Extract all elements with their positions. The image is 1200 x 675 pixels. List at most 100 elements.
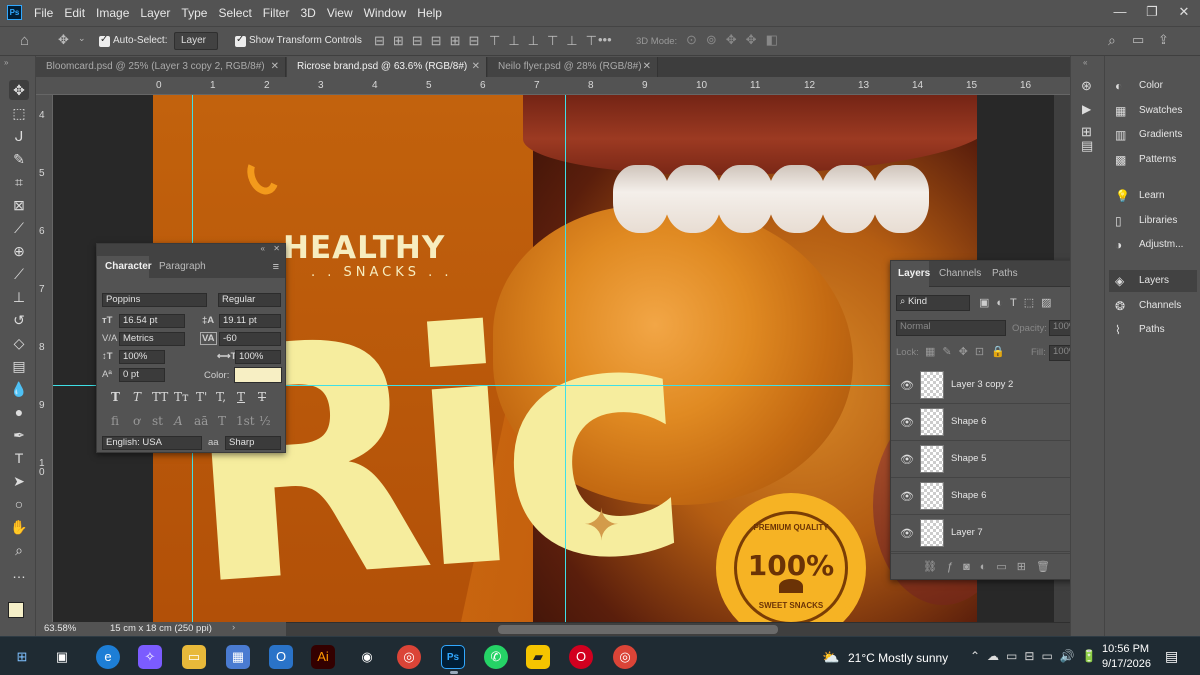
- collapse-toolbar-icon[interactable]: »: [4, 58, 8, 67]
- layer-row[interactable]: 👁 Layer 3 copy 2: [891, 367, 1089, 404]
- visibility-eye-icon[interactable]: 👁: [900, 527, 914, 540]
- layer-row[interactable]: 👁 Shape 6: [891, 404, 1089, 441]
- faux-bold-button[interactable]: T: [111, 390, 120, 404]
- opera-icon[interactable]: O: [569, 645, 593, 669]
- photoshop-taskbar-icon[interactable]: Ps: [441, 645, 465, 674]
- baseline-shift-field[interactable]: 0 pt: [119, 368, 165, 382]
- close-tab-icon[interactable]: ✕: [271, 57, 279, 77]
- swash-button[interactable]: A: [174, 414, 183, 428]
- text-color-swatch[interactable]: [234, 367, 282, 383]
- blend-mode-select[interactable]: Normal: [896, 320, 1006, 336]
- home-icon[interactable]: ⌂: [20, 32, 29, 49]
- guide-vertical[interactable]: [565, 95, 566, 622]
- all-caps-button[interactable]: TT: [152, 390, 168, 404]
- layer-row[interactable]: 👁 Shape 5: [891, 441, 1089, 478]
- fractions-button[interactable]: ½: [259, 414, 271, 428]
- task-view-icon[interactable]: ▣: [50, 645, 74, 669]
- horizontal-scroll-thumb[interactable]: [498, 625, 778, 634]
- actions-play-icon[interactable]: ▶: [1082, 102, 1091, 116]
- lock-icons[interactable]: ▦✎✥⊡🔒: [925, 345, 1012, 358]
- dock-adjustments[interactable]: ◑ Adjustm...: [1109, 234, 1197, 256]
- workspace-icon[interactable]: ▭: [1132, 32, 1144, 48]
- tab-paragraph[interactable]: Paragraph: [159, 261, 206, 272]
- path-select-tool-icon[interactable]: ➤: [9, 471, 29, 491]
- stamp-tool-icon[interactable]: ⊥: [9, 287, 29, 307]
- antialias-select[interactable]: Sharp: [225, 436, 281, 450]
- ellipse-tool-icon[interactable]: ○: [9, 494, 29, 514]
- whatsapp-icon[interactable]: ✆: [484, 645, 508, 669]
- layer-row[interactable]: 👁 Shape 6: [891, 478, 1089, 515]
- layer-name[interactable]: Shape 5: [951, 453, 986, 464]
- tray-icons[interactable]: ⌃☁▭⊟▭🔊🔋: [970, 649, 1104, 663]
- auto-select-dropdown[interactable]: Layer: [174, 32, 218, 50]
- zoom-tool-icon[interactable]: ⌕: [9, 540, 29, 560]
- tab-layers[interactable]: Layers: [898, 268, 930, 279]
- weather-text[interactable]: 21°C Mostly sunny: [848, 651, 948, 665]
- glyphs-panel-icon[interactable]: ▤: [1081, 138, 1093, 154]
- foreground-color-swatch[interactable]: [8, 602, 24, 618]
- frame-tool-icon[interactable]: ⊠: [9, 195, 29, 215]
- align-icons[interactable]: ⊟⊞⊟⊟⊞⊟: [374, 33, 487, 49]
- type-tool-icon[interactable]: T: [9, 448, 29, 468]
- zoom-level[interactable]: 63.58%: [44, 623, 76, 634]
- file-explorer-icon[interactable]: ▭: [182, 645, 206, 669]
- photoshop-logo-icon[interactable]: Ps: [7, 5, 22, 20]
- hand-tool-icon[interactable]: ✋: [9, 517, 29, 537]
- eyedropper-tool-icon[interactable]: ⟋: [9, 218, 29, 238]
- clock-time[interactable]: 10:56 PM: [1102, 643, 1149, 655]
- auto-select-checkbox[interactable]: [99, 34, 110, 47]
- illustrator-icon[interactable]: Ai: [311, 645, 335, 669]
- eraser-tool-icon[interactable]: ◇: [9, 333, 29, 353]
- subscript-button[interactable]: T,: [216, 390, 226, 404]
- tab-bloomcard[interactable]: Bloomcard.psd @ 25% (Layer 3 copy 2, RGB…: [36, 57, 286, 77]
- small-caps-button[interactable]: Tт: [174, 390, 189, 404]
- underline-button[interactable]: T: [237, 390, 245, 404]
- visibility-eye-icon[interactable]: 👁: [900, 379, 914, 392]
- layer-name[interactable]: Layer 7: [951, 527, 983, 538]
- dock-channels[interactable]: ❂ Channels: [1109, 295, 1197, 317]
- marquee-tool-icon[interactable]: ⬚: [9, 103, 29, 123]
- dock-swatches[interactable]: ▦ Swatches: [1109, 100, 1197, 122]
- crop-tool-icon[interactable]: ⌗: [9, 172, 29, 192]
- dock-paths[interactable]: ⌇ Paths: [1109, 319, 1197, 341]
- tracking-field[interactable]: -60: [219, 332, 281, 346]
- layer-name[interactable]: Shape 6: [951, 490, 986, 501]
- dock-color[interactable]: ◐ Color: [1109, 75, 1197, 97]
- stylistic-alternates-button[interactable]: aā: [194, 414, 208, 428]
- visibility-eye-icon[interactable]: 👁: [900, 416, 914, 429]
- titling-button[interactable]: T: [218, 414, 226, 428]
- menu-edit[interactable]: Edit: [64, 6, 85, 20]
- close-tab-icon[interactable]: ✕: [472, 57, 480, 77]
- start-icon[interactable]: ⊞: [10, 645, 34, 669]
- language-select[interactable]: English: USA: [102, 436, 202, 450]
- discretionary-ligatures-button[interactable]: st: [152, 414, 163, 428]
- tab-channels[interactable]: Channels: [939, 268, 981, 279]
- move-tool-icon[interactable]: ✥: [9, 80, 29, 100]
- sticky-notes-icon[interactable]: ▰: [526, 645, 550, 669]
- history-panel-icon[interactable]: ⊛: [1081, 78, 1092, 94]
- menu-filter[interactable]: Filter: [263, 6, 290, 20]
- chrome-icon[interactable]: ◎: [613, 645, 637, 669]
- font-style-select[interactable]: Regular: [218, 293, 281, 307]
- kerning-field[interactable]: Metrics: [119, 332, 185, 346]
- chrome-icon[interactable]: ◎: [397, 645, 421, 669]
- close-icon[interactable]: ✕: [1168, 0, 1200, 26]
- layer-filter-icons[interactable]: ▣◐T⬚▨: [979, 296, 1059, 309]
- tab-character[interactable]: Character: [105, 261, 152, 272]
- horizontal-scale-field[interactable]: 100%: [235, 350, 281, 364]
- visibility-eye-icon[interactable]: 👁: [900, 490, 914, 503]
- layer-row[interactable]: 👁 Layer 7 fx: [891, 515, 1089, 552]
- dock-patterns[interactable]: ▩ Patterns: [1109, 149, 1197, 171]
- store-icon[interactable]: ▦: [226, 645, 250, 669]
- menu-image[interactable]: Image: [96, 6, 129, 20]
- app-icon[interactable]: ◉: [355, 645, 379, 669]
- menu-view[interactable]: View: [327, 6, 353, 20]
- copilot-icon[interactable]: ✧: [138, 645, 162, 669]
- panel-menu-icon[interactable]: ≡: [273, 261, 279, 273]
- close-panel-icon[interactable]: ✕: [273, 244, 280, 253]
- menu-3d[interactable]: 3D: [300, 6, 315, 20]
- tab-ricrose-brand[interactable]: Ricrose brand.psd @ 63.6% (RGB/8#) ✕: [287, 57, 487, 77]
- superscript-button[interactable]: T': [196, 390, 207, 404]
- quick-select-tool-icon[interactable]: ✎: [9, 149, 29, 169]
- leading-field[interactable]: 19.11 pt: [219, 314, 281, 328]
